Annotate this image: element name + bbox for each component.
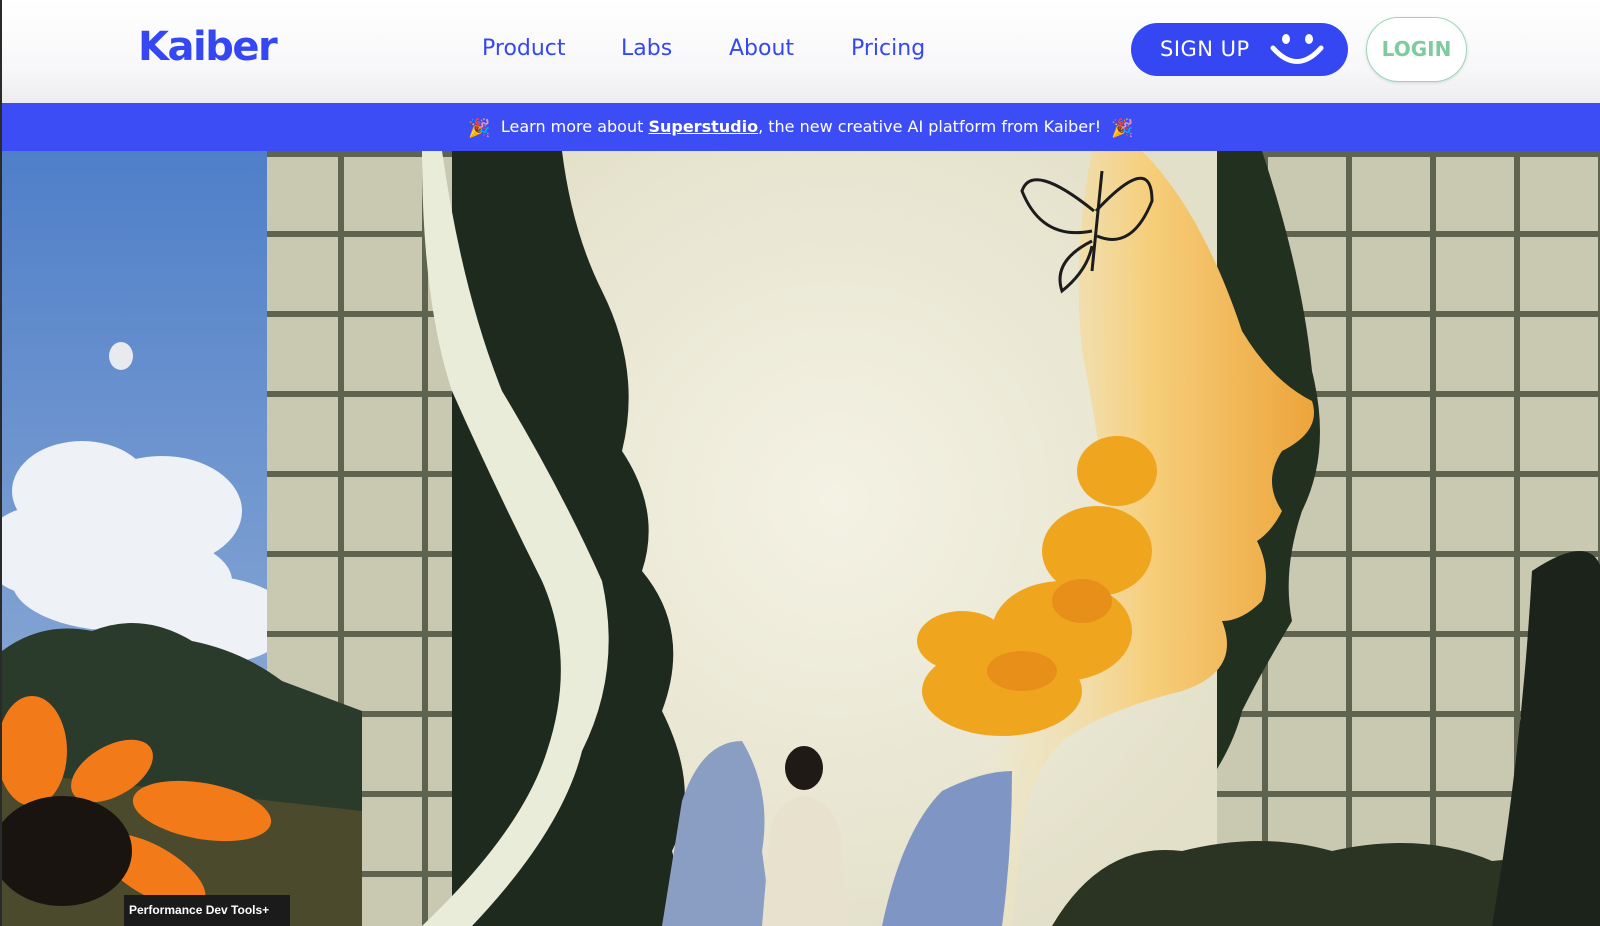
hero-collage-image: [2, 151, 1600, 926]
superstudio-link[interactable]: Superstudio: [648, 117, 758, 136]
site-header: Kaiber Product Labs About Pricing SIGN U…: [0, 0, 1600, 103]
sign-up-button[interactable]: SIGN UP: [1131, 23, 1348, 76]
performance-dev-tools-badge[interactable]: Performance Dev Tools+: [124, 895, 290, 926]
nav-labs[interactable]: Labs: [621, 36, 672, 61]
banner-prefix: Learn more about: [500, 117, 649, 136]
sign-up-label: SIGN UP: [1160, 37, 1250, 61]
party-popper-icon: 🎉: [468, 118, 491, 139]
smiley-icon: [1270, 34, 1324, 64]
nav-product[interactable]: Product: [482, 36, 566, 61]
party-popper-icon: 🎉: [1111, 118, 1134, 139]
banner-text: 🎉 Learn more about Superstudio, the new …: [2, 117, 1600, 139]
kaiber-logo[interactable]: Kaiber: [138, 24, 278, 70]
banner-suffix: , the new creative AI platform from Kaib…: [758, 117, 1102, 136]
nav-pricing[interactable]: Pricing: [851, 36, 925, 61]
login-button[interactable]: LOGIN: [1366, 17, 1467, 82]
announcement-banner: 🎉 Learn more about Superstudio, the new …: [0, 103, 1600, 151]
hero-artwork: [0, 151, 1600, 926]
nav-about[interactable]: About: [729, 36, 794, 61]
